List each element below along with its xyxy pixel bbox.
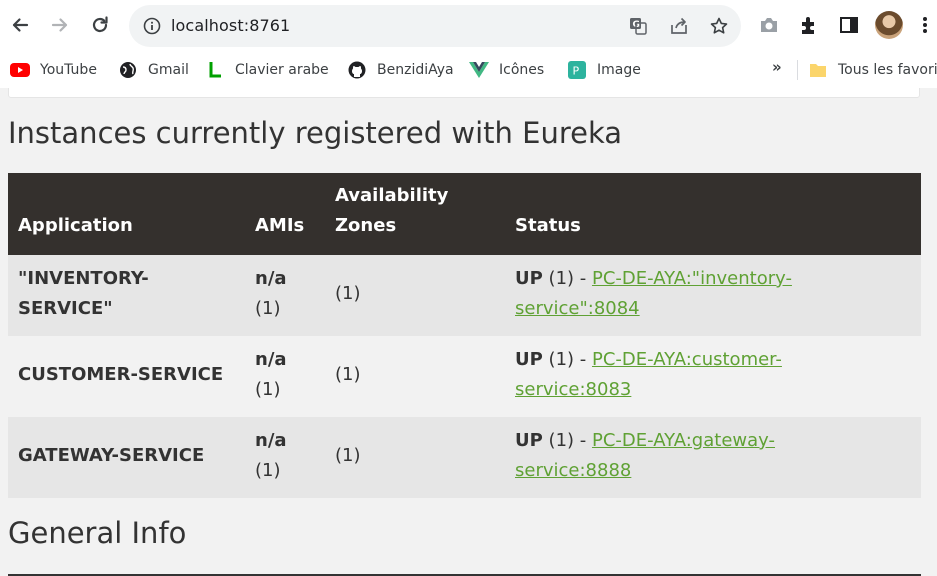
instance-link[interactable]: PC-DE-AYA:customer- bbox=[592, 349, 782, 370]
bookmark-benzidiaya[interactable]: BenzidiAya bbox=[347, 59, 454, 81]
zones-count: (1) bbox=[335, 364, 361, 385]
status-up: UP bbox=[515, 349, 543, 370]
ami-value: n/a bbox=[255, 430, 287, 451]
github-icon bbox=[347, 61, 367, 79]
status-line: UP (1) - PC-DE-AYA:gateway- bbox=[515, 426, 775, 456]
instance-link-continued[interactable]: service:8888 bbox=[515, 456, 631, 486]
bookmark-star-icon[interactable] bbox=[708, 15, 730, 37]
instance-link-continued[interactable]: service":8084 bbox=[515, 294, 640, 324]
all-bookmarks-folder[interactable]: Tous les favoris bbox=[808, 59, 937, 81]
menu-kebab-icon[interactable] bbox=[917, 13, 933, 37]
header-status: Status bbox=[515, 215, 581, 236]
forward-arrow-icon bbox=[51, 18, 68, 32]
url-text[interactable]: localhost:8761 bbox=[171, 16, 290, 35]
bookmark-clavier-arabe[interactable]: Clavier arabe bbox=[205, 59, 329, 81]
instance-link[interactable]: PC-DE-AYA:gateway- bbox=[592, 430, 775, 451]
image-icon: P bbox=[567, 61, 587, 79]
bookmark-youtube[interactable]: YouTube bbox=[10, 59, 97, 81]
header-availability: Availability bbox=[335, 185, 449, 206]
status-up: UP bbox=[515, 268, 543, 289]
app-name: GATEWAY-SERVICE bbox=[18, 445, 205, 466]
status-count: (1) - bbox=[548, 268, 592, 289]
browser-toolbar: localhost:8761 G bbox=[0, 0, 937, 52]
instance-link-continued[interactable]: service:8083 bbox=[515, 375, 631, 405]
header-application: Application bbox=[18, 215, 133, 236]
table-header: Application AMIs Availability Zones Stat… bbox=[8, 173, 921, 255]
svg-text:P: P bbox=[573, 65, 580, 78]
l-green-icon bbox=[205, 61, 225, 79]
instances-title: Instances currently registered with Eure… bbox=[8, 116, 623, 150]
instances-table: Application AMIs Availability Zones Stat… bbox=[8, 173, 921, 498]
status-up: UP bbox=[515, 430, 543, 451]
address-bar[interactable]: localhost:8761 G bbox=[129, 5, 741, 47]
extensions-icon[interactable] bbox=[797, 13, 821, 37]
header-amis: AMIs bbox=[255, 215, 305, 236]
bookmark-label: YouTube bbox=[40, 62, 97, 78]
instance-link[interactable]: PC-DE-AYA:"inventory- bbox=[592, 268, 792, 289]
bookmark-label: Clavier arabe bbox=[235, 62, 329, 78]
bookmark-icones[interactable]: Icônes bbox=[469, 59, 544, 81]
camera-icon[interactable] bbox=[757, 13, 781, 37]
reload-icon bbox=[92, 16, 108, 33]
bookmark-gmail[interactable]: Gmail bbox=[118, 59, 189, 81]
profile-avatar[interactable] bbox=[875, 11, 903, 39]
bookmark-label: Gmail bbox=[148, 62, 189, 78]
more-bookmarks-button[interactable]: » bbox=[772, 58, 782, 76]
bookmark-label: Tous les favoris bbox=[838, 62, 937, 78]
vue-icon bbox=[469, 61, 489, 79]
app-name-line2: SERVICE" bbox=[18, 298, 113, 319]
status-line: UP (1) - PC-DE-AYA:"inventory- bbox=[515, 264, 792, 294]
app-name-line1: "INVENTORY- bbox=[18, 268, 149, 289]
bookmark-label: Icônes bbox=[499, 62, 545, 78]
bookmark-label: Image bbox=[597, 62, 641, 78]
bookmarks-separator bbox=[797, 60, 798, 80]
top-panel-edge bbox=[8, 88, 920, 98]
youtube-icon bbox=[10, 61, 30, 79]
site-info-icon[interactable] bbox=[141, 15, 163, 37]
ami-value: n/a bbox=[255, 349, 287, 370]
status-count: (1) - bbox=[548, 430, 592, 451]
page-content: Instances currently registered with Eure… bbox=[0, 88, 937, 576]
ami-count: (1) bbox=[255, 460, 281, 481]
back-arrow-icon bbox=[12, 18, 29, 32]
translate-icon[interactable]: G bbox=[627, 15, 649, 37]
share-icon[interactable] bbox=[668, 15, 690, 37]
zones-count: (1) bbox=[335, 445, 361, 466]
zones-count: (1) bbox=[335, 283, 361, 304]
general-info-title: General Info bbox=[8, 516, 187, 550]
bookmark-label: BenzidiAya bbox=[377, 62, 454, 78]
table-row: CUSTOMER-SERVICE n/a (1) (1) UP (1) - PC… bbox=[8, 336, 921, 417]
header-zones: Zones bbox=[335, 215, 397, 236]
table-row: GATEWAY-SERVICE n/a (1) (1) UP (1) - PC-… bbox=[8, 417, 921, 498]
reload-button[interactable] bbox=[85, 10, 115, 40]
back-button[interactable] bbox=[5, 10, 35, 40]
forward-button[interactable] bbox=[45, 10, 75, 40]
side-panel-icon[interactable] bbox=[837, 13, 861, 37]
bookmark-image[interactable]: P Image bbox=[567, 59, 641, 81]
globe-icon bbox=[118, 61, 138, 79]
folder-icon bbox=[808, 61, 828, 79]
ami-count: (1) bbox=[255, 379, 281, 400]
status-line: UP (1) - PC-DE-AYA:customer- bbox=[515, 345, 782, 375]
app-name: CUSTOMER-SERVICE bbox=[18, 364, 224, 385]
ami-count: (1) bbox=[255, 298, 281, 319]
status-count: (1) - bbox=[548, 349, 592, 370]
ami-value: n/a bbox=[255, 268, 287, 289]
table-row: "INVENTORY- SERVICE" n/a (1) (1) UP (1) … bbox=[8, 255, 921, 336]
